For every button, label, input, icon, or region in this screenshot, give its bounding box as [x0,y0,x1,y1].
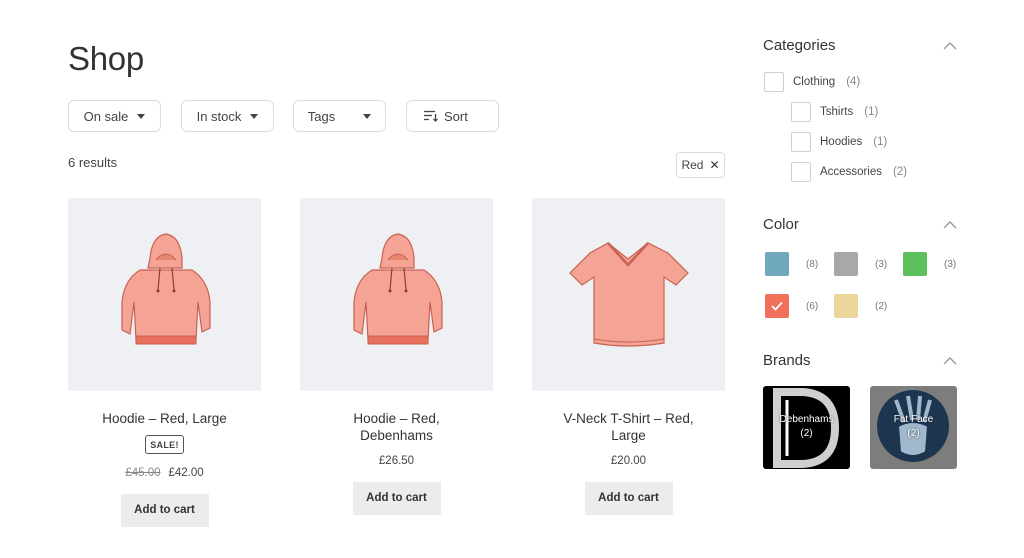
product-image[interactable] [68,198,261,391]
category-checkbox[interactable] [791,102,811,122]
sort-button[interactable]: Sort [406,100,499,132]
categories-heading: Categories [763,37,836,54]
swatch-count: (2) [875,300,888,312]
chevron-down-icon [250,113,259,119]
category-count: (1) [873,136,888,148]
brand-name: Fat Face [893,414,934,425]
category-count: (1) [864,106,879,118]
chevron-up-icon[interactable] [943,356,957,366]
product-name[interactable]: Hoodie – Red, Debenhams [300,410,493,444]
chevron-up-icon[interactable] [943,220,957,230]
add-to-cart-button[interactable]: Add to cart [120,494,209,527]
active-filter-chip[interactable]: Red ✕ [676,152,725,178]
color-swatch-green[interactable]: (3) [903,252,956,276]
color-swatch-red[interactable]: (6) [765,294,818,318]
tshirt-icon [568,241,689,347]
swatch-count: (3) [875,258,888,270]
brand-tile-debenhams[interactable]: Debenhams (2) [763,386,850,469]
brand-count: (2) [800,428,813,439]
category-label: Hoodies [820,136,863,148]
category-item-tshirts[interactable]: Tshirts (1) [791,102,878,122]
add-to-cart-button[interactable]: Add to cart [584,482,673,515]
chevron-up-icon[interactable] [943,41,957,51]
close-icon[interactable]: ✕ [709,158,719,172]
add-to-cart-button[interactable]: Add to cart [352,482,441,515]
brand-label: Fat Face (2) [870,413,957,441]
swatch-count: (3) [944,258,957,270]
category-item-clothing[interactable]: Clothing (4) [764,72,860,92]
product-price: £45.00 £42.00 [68,467,261,479]
swatch[interactable] [765,252,789,276]
swatch-count: (8) [806,258,819,270]
brand-tile-fat-face[interactable]: Fat Face (2) [870,386,957,469]
category-label: Accessories [820,166,882,178]
color-swatch-grey[interactable]: (3) [834,252,887,276]
brands-heading: Brands [763,352,811,369]
in-stock-filter-label: In stock [196,108,242,124]
product-price: £20.00 [610,455,647,467]
color-heading: Color [763,216,799,233]
product-price: £26.50 [378,455,415,467]
category-item-accessories[interactable]: Accessories (2) [791,162,907,182]
category-checkbox[interactable] [791,162,811,182]
tags-filter-button[interactable]: Tags [293,100,386,132]
on-sale-filter-label: On sale [83,108,129,124]
brand-count: (2) [907,428,920,439]
color-swatch-yellow[interactable]: (2) [834,294,887,318]
hoodie-icon [120,232,211,344]
brand-name: Debenhams [779,414,834,425]
sale-badge: SALE! [145,435,184,454]
color-swatch-blue[interactable]: (8) [765,252,818,276]
original-price: £45.00 [125,467,161,479]
category-label: Clothing [793,76,836,88]
tags-filter-label: Tags [307,108,336,124]
category-item-hoodies[interactable]: Hoodies (1) [791,132,887,152]
swatch[interactable] [834,294,858,318]
swatch[interactable] [903,252,927,276]
active-filter-label: Red [681,158,704,172]
product-name[interactable]: Hoodie – Red, Large [68,410,261,427]
category-count: (2) [893,166,908,178]
swatch[interactable] [765,294,789,318]
results-count: 6 results [68,155,118,170]
on-sale-filter-button[interactable]: On sale [68,100,161,132]
swatch[interactable] [834,252,858,276]
hoodie-icon [352,232,443,344]
category-count: (4) [846,76,861,88]
chevron-down-icon [137,113,146,119]
category-checkbox[interactable] [791,132,811,152]
checkmark-icon [771,301,783,311]
product-card: Hoodie – Red, Large SALE! £45.00 £42.00 A… [68,198,261,527]
sort-label: Sort [444,108,468,124]
product-card: V-Neck T-Shirt – Red, Large £20.00 Add t… [532,198,725,515]
sale-price: £42.00 [168,467,204,479]
page-title: Shop [68,40,144,77]
in-stock-filter-button[interactable]: In stock [181,100,274,132]
product-image[interactable] [532,198,725,391]
category-label: Tshirts [820,106,854,118]
product-name[interactable]: V-Neck T-Shirt – Red, Large [532,410,725,444]
sort-icon [424,110,438,122]
product-card: Hoodie – Red, Debenhams £26.50 Add to ca… [300,198,493,515]
chevron-down-icon [363,113,372,119]
category-checkbox[interactable] [764,72,784,92]
product-image[interactable] [300,198,493,391]
swatch-count: (6) [806,300,819,312]
brand-label: Debenhams (2) [763,413,850,441]
